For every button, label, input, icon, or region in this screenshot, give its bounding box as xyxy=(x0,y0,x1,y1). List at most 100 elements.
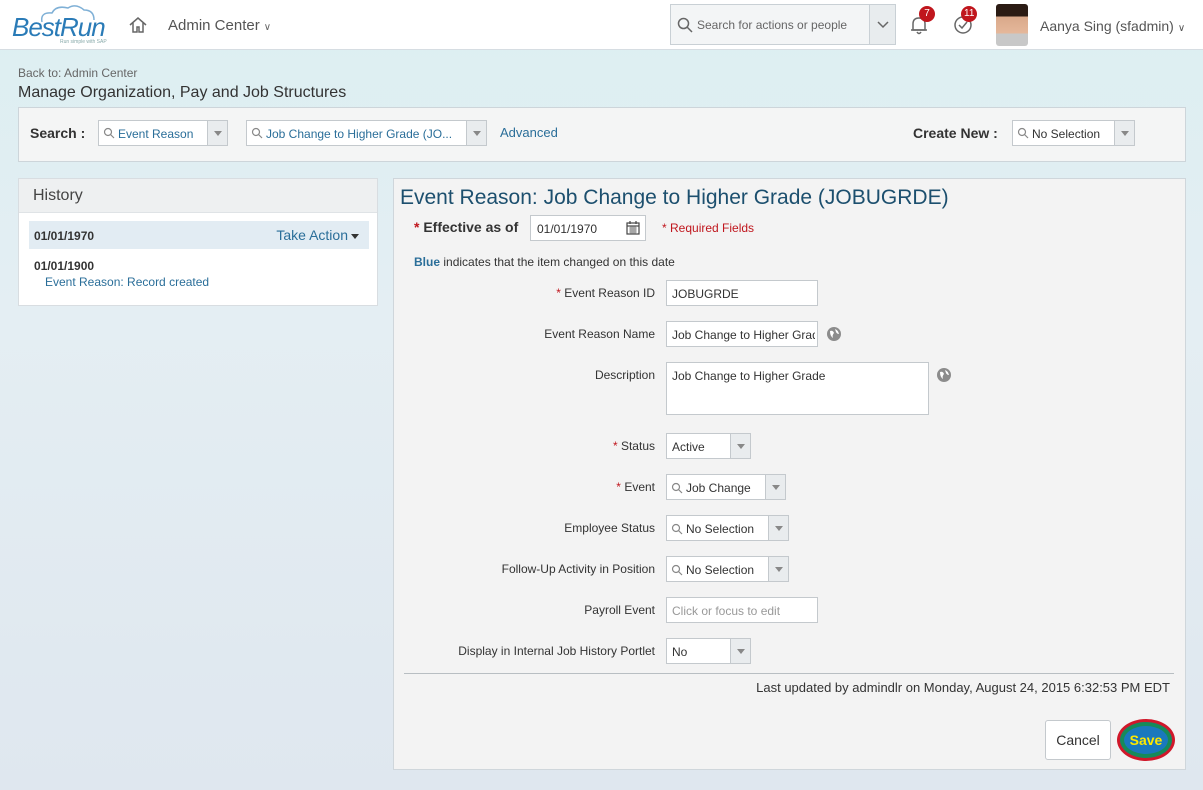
caret-down-icon xyxy=(351,233,359,239)
status-label: * Status xyxy=(613,439,655,453)
payroll-event-field[interactable]: Click or focus to edit xyxy=(666,597,818,623)
divider xyxy=(404,673,1174,674)
admin-center-label: Admin Center xyxy=(168,17,260,34)
chevron-down-icon xyxy=(877,21,889,29)
globe-icon[interactable] xyxy=(826,326,842,342)
advanced-search-link[interactable]: Advanced xyxy=(500,125,558,140)
event-reason-id-field[interactable]: JOBUGRDE xyxy=(666,280,818,306)
employee-status-select[interactable]: No Selection xyxy=(666,515,789,541)
dropdown-arrow-icon[interactable] xyxy=(207,121,227,145)
event-reason-id-value: JOBUGRDE xyxy=(672,287,739,301)
user-name-label: Aanya Sing (sfadmin) xyxy=(1040,18,1174,34)
description-value: Job Change to Higher Grade xyxy=(672,369,826,383)
global-search[interactable] xyxy=(670,4,896,45)
detail-title: Event Reason: Job Change to Higher Grade… xyxy=(400,186,949,209)
history-panel: History 01/01/1970 Take Action 01/01/190… xyxy=(18,178,378,306)
admin-center-menu[interactable]: Admin Center ∨ xyxy=(168,17,271,34)
take-action-label: Take Action xyxy=(276,227,348,243)
dropdown-arrow-icon[interactable] xyxy=(768,516,788,540)
blue-word: Blue xyxy=(414,255,441,269)
payroll-event-label: Payroll Event xyxy=(584,603,655,617)
search-icon xyxy=(103,127,115,139)
history-title: History xyxy=(19,179,377,213)
history-date: 01/01/1970 xyxy=(34,229,95,243)
notifications-button[interactable]: 7 xyxy=(908,6,935,39)
home-icon[interactable] xyxy=(127,14,149,36)
blue-note-text: indicates that the item changed on this … xyxy=(440,255,675,269)
employee-status-value: No Selection xyxy=(686,522,755,536)
display-portlet-value: No xyxy=(672,645,688,659)
payroll-event-placeholder: Click or focus to edit xyxy=(672,604,781,618)
create-new-label: Create New : xyxy=(913,125,998,141)
calendar-icon[interactable] xyxy=(626,221,640,235)
effective-date-input[interactable]: 01/01/1970 xyxy=(530,215,646,241)
required-fields-note: * Required Fields xyxy=(662,221,755,235)
search-icon xyxy=(671,523,683,535)
create-new-value: No Selection xyxy=(1032,127,1101,141)
search-item-value: Job Change to Higher Grade (JO... xyxy=(266,127,453,141)
page-title: Manage Organization, Pay and Job Structu… xyxy=(18,84,347,101)
save-button[interactable]: Save xyxy=(1117,719,1175,761)
description-field[interactable]: Job Change to Higher Grade xyxy=(666,362,929,415)
bestrun-logo[interactable]: BestRun Run simple with SAP xyxy=(10,4,110,46)
global-search-input[interactable] xyxy=(697,15,867,35)
event-reason-id-label: * Event Reason ID xyxy=(556,286,655,300)
effective-label-text: Effective as of xyxy=(423,219,519,235)
status-select[interactable]: Active xyxy=(666,433,751,459)
search-icon xyxy=(251,127,263,139)
last-updated-text: Last updated by admindlr on Monday, Augu… xyxy=(756,680,1170,695)
event-value: Job Change xyxy=(686,481,751,495)
event-reason-name-field[interactable]: Job Change to Higher Grade xyxy=(666,321,818,347)
user-menu[interactable]: Aanya Sing (sfadmin) ∨ xyxy=(1040,18,1185,34)
history-record-link[interactable]: Event Reason: Record created xyxy=(45,275,209,289)
effective-as-of-label: * Effective as of xyxy=(414,219,518,235)
required-marker: * xyxy=(414,219,424,235)
search-dropdown-button[interactable] xyxy=(869,5,895,44)
search-bar: Search : Event Reason Job Change to High… xyxy=(18,107,1186,162)
todo-button[interactable]: 11 xyxy=(952,6,978,39)
logo-tagline: Run simple with SAP xyxy=(60,39,107,45)
avatar[interactable] xyxy=(996,4,1028,46)
followup-activity-label: Follow-Up Activity in Position xyxy=(501,562,655,576)
display-portlet-label: Display in Internal Job History Portlet xyxy=(458,644,655,658)
chevron-down-icon: ∨ xyxy=(1177,23,1186,34)
event-reason-name-value: Job Change to Higher Grade xyxy=(672,328,815,342)
event-reason-id-label-text: Event Reason ID xyxy=(564,286,655,300)
notifications-badge: 7 xyxy=(919,6,935,22)
event-label: * Event xyxy=(616,480,655,494)
blue-legend-note: Blue indicates that the item changed on … xyxy=(414,255,675,269)
required-marker: * xyxy=(612,439,621,453)
event-select[interactable]: Job Change xyxy=(666,474,786,500)
dropdown-arrow-icon[interactable] xyxy=(768,557,788,581)
followup-activity-select[interactable]: No Selection xyxy=(666,556,789,582)
search-item-combo[interactable]: Job Change to Higher Grade (JO... xyxy=(246,120,487,146)
followup-activity-value: No Selection xyxy=(686,563,755,577)
history-entry-selected[interactable]: 01/01/1970 Take Action xyxy=(29,221,369,249)
back-to-admin-center-link[interactable]: Back to: Admin Center xyxy=(18,66,137,80)
status-label-text: Status xyxy=(620,439,655,453)
event-label-text: Event xyxy=(624,480,655,494)
search-label: Search : xyxy=(30,125,86,141)
top-bar: BestRun Run simple with SAP Admin Center… xyxy=(0,0,1203,50)
dropdown-arrow-icon[interactable] xyxy=(466,121,486,145)
dropdown-arrow-icon[interactable] xyxy=(765,475,785,499)
dropdown-arrow-icon[interactable] xyxy=(1114,121,1134,145)
event-reason-name-label: Event Reason Name xyxy=(544,327,655,341)
employee-status-label: Employee Status xyxy=(564,521,655,535)
dropdown-arrow-icon[interactable] xyxy=(730,434,750,458)
cancel-button[interactable]: Cancel xyxy=(1045,720,1111,760)
take-action-menu[interactable]: Take Action xyxy=(276,227,359,243)
create-new-combo[interactable]: No Selection xyxy=(1012,120,1135,146)
display-portlet-select[interactable]: No xyxy=(666,638,751,664)
status-value: Active xyxy=(672,440,705,454)
search-type-value: Event Reason xyxy=(118,127,194,141)
search-icon xyxy=(677,17,693,33)
history-date: 01/01/1900 xyxy=(34,259,95,273)
description-label: Description xyxy=(594,368,655,382)
dropdown-arrow-icon[interactable] xyxy=(730,639,750,663)
globe-icon[interactable] xyxy=(936,367,952,383)
event-reason-detail: Event Reason: Job Change to Higher Grade… xyxy=(393,178,1186,770)
todo-badge: 11 xyxy=(961,6,978,22)
search-type-combo[interactable]: Event Reason xyxy=(98,120,228,146)
effective-date-value: 01/01/1970 xyxy=(537,222,598,236)
